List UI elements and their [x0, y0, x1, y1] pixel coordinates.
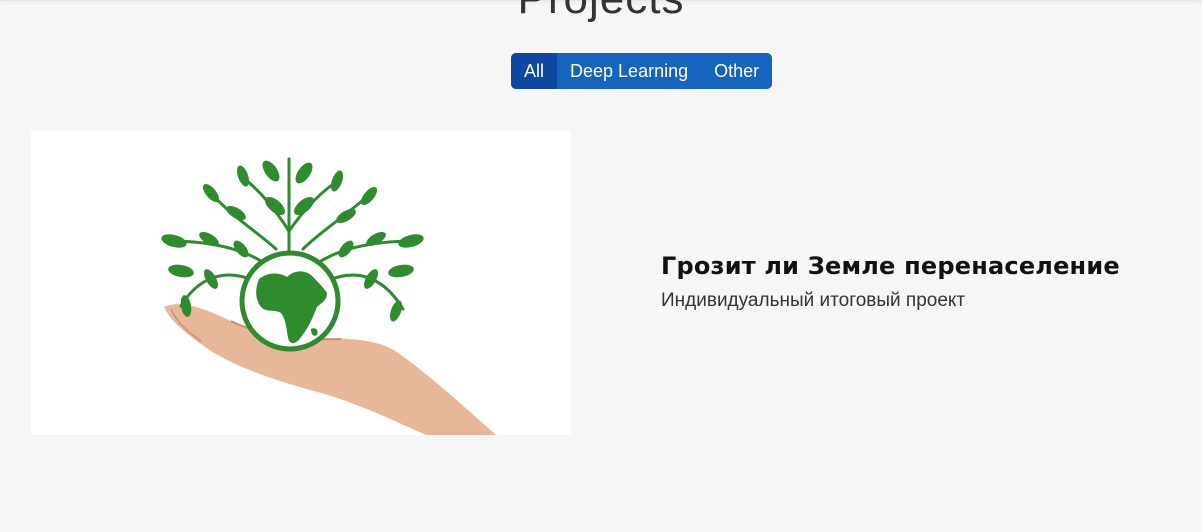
- project-card[interactable]: Грозит ли Земле перенаселение Индивидуал…: [31, 131, 1171, 435]
- project-subtitle: Индивидуальный итоговый проект: [661, 290, 966, 311]
- filter-deep-learning-button[interactable]: Deep Learning: [557, 53, 701, 89]
- project-filter-group: All Deep Learning Other: [511, 53, 773, 89]
- filter-all-button[interactable]: All: [511, 53, 558, 89]
- projects-page: Projects All Deep Learning Other: [0, 0, 1202, 532]
- hand-holding-globe-tree-icon: [161, 157, 496, 435]
- section-title: Projects: [0, 0, 1202, 25]
- project-info: Грозит ли Земле перенаселение Индивидуал…: [661, 250, 1161, 313]
- project-image[interactable]: [31, 131, 571, 435]
- filter-other-button[interactable]: Other: [701, 53, 772, 89]
- project-title[interactable]: Грозит ли Земле перенаселение: [661, 250, 1161, 282]
